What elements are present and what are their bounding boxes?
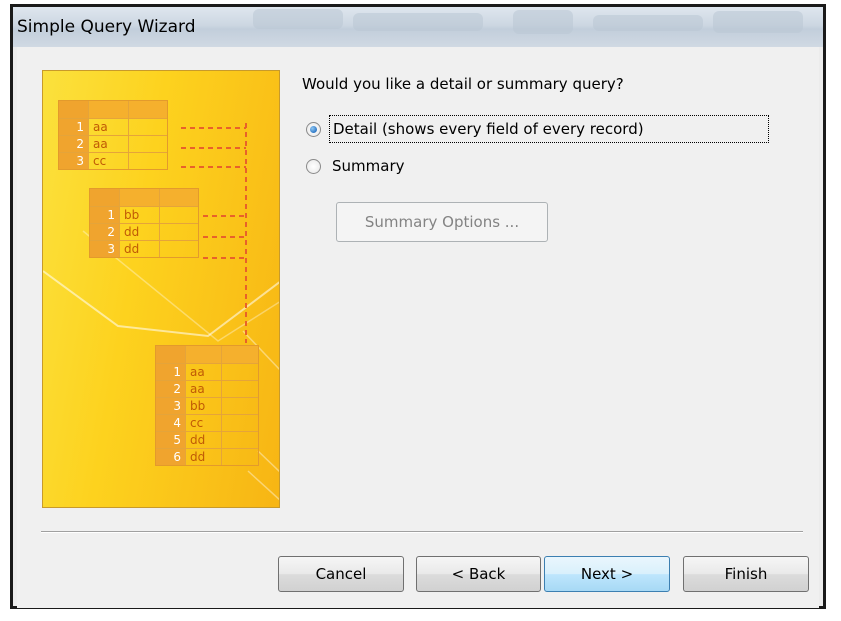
source-table-1: 1 aa 2 aa 3 cc	[58, 100, 168, 170]
summary-options-button[interactable]: Summary Options ...	[336, 202, 548, 242]
summary-option[interactable]: Summary	[306, 155, 408, 177]
query-illustration: 1 aa 2 aa 3 cc 1 bb 2 dd 3 dd 1 aa 2 aa 3 bb 4 cc …	[42, 70, 280, 508]
detail-option[interactable]: Detail (shows every field of every recor…	[306, 115, 769, 143]
wizard-body: 1 aa 2 aa 3 cc 1 bb 2 dd 3 dd 1 aa 2 aa 3 bb 4 cc …	[17, 47, 819, 608]
detail-focus-box: Detail (shows every field of every recor…	[329, 115, 769, 143]
finish-button[interactable]: Finish	[683, 556, 809, 592]
title-bar[interactable]: Simple Query Wizard	[13, 7, 823, 47]
next-button[interactable]: Next >	[544, 556, 670, 592]
wizard-window: Simple Query Wizard 1 aa 2 aa 3 cc 1 bb …	[10, 4, 826, 609]
result-table: 1 aa 2 aa 3 bb 4 cc 5 dd 6 dd	[155, 345, 259, 466]
detail-label[interactable]: Detail (shows every field of every recor…	[330, 118, 647, 140]
summary-label[interactable]: Summary	[329, 155, 408, 177]
source-table-2: 1 bb 2 dd 3 dd	[89, 188, 199, 258]
back-button[interactable]: < Back	[416, 556, 541, 592]
window-title: Simple Query Wizard	[17, 17, 196, 37]
cancel-button[interactable]: Cancel	[278, 556, 404, 592]
detail-radio[interactable]	[306, 121, 321, 137]
wizard-question: Would you like a detail or summary query…	[302, 75, 624, 93]
footer-divider	[41, 531, 803, 533]
summary-radio[interactable]	[306, 158, 321, 174]
